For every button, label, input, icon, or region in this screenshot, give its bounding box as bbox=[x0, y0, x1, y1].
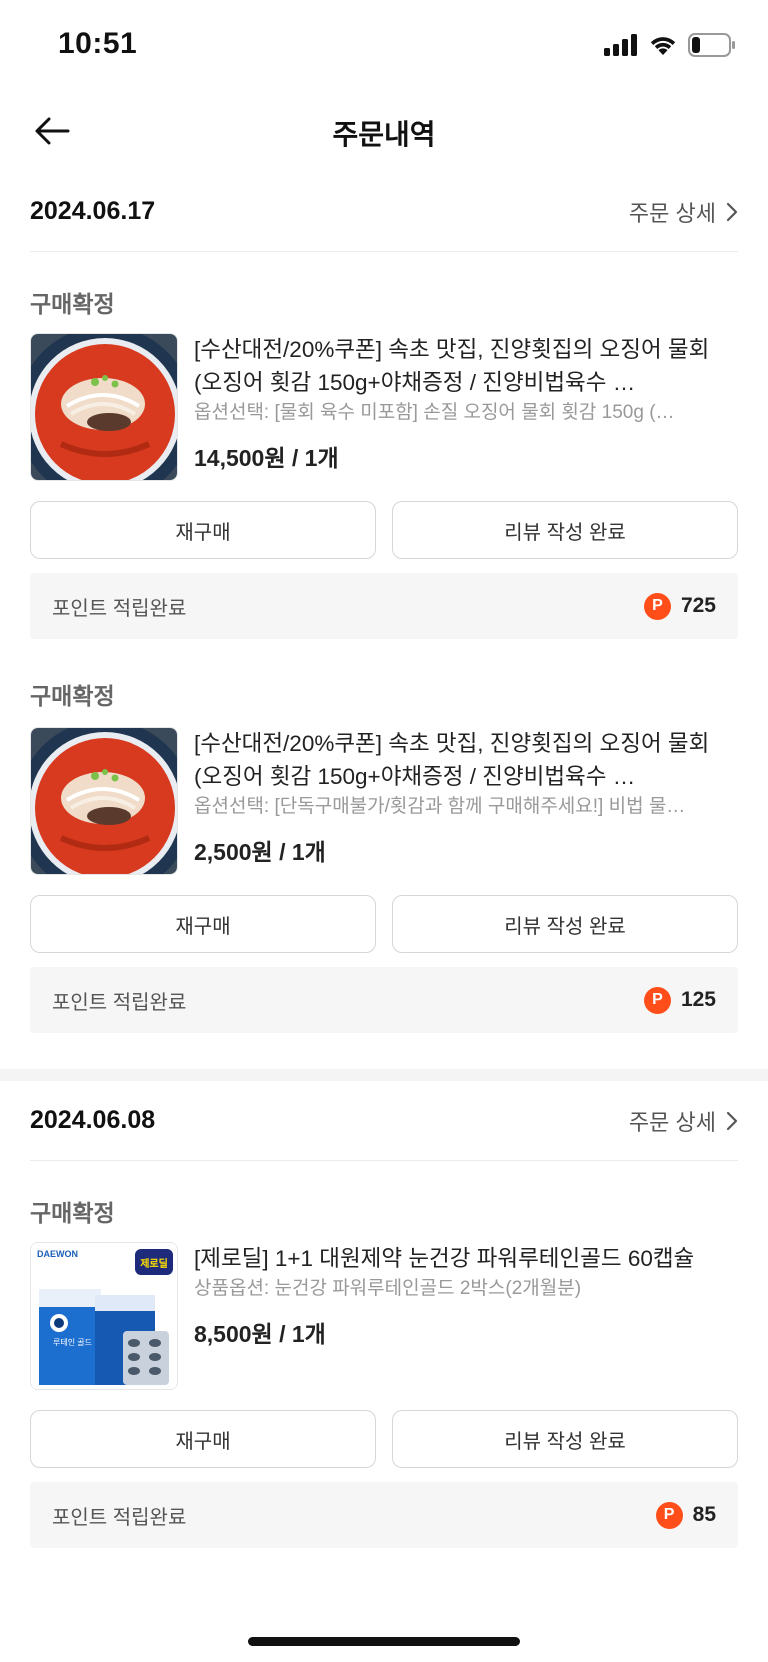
item-option: 옵션선택: [물회 육수 미포함] 손질 오징어 물회 횟감 150g (… bbox=[194, 402, 675, 423]
zerodeal-badge: 제로딜 bbox=[140, 1257, 168, 1270]
order-date-row: 2024.06.08 주문 상세 bbox=[30, 1081, 738, 1161]
item-option: 상품옵션: 눈건강 파워루테인골드 2박스(2개월분) bbox=[194, 1278, 582, 1299]
points-value: P 725 bbox=[643, 592, 716, 620]
item-name: [제로딜] 1+1 대원제약 눈건강 파워루테인골드 60캡슐 bbox=[194, 1246, 695, 1271]
order-detail-label: 주문 상세 bbox=[628, 1109, 716, 1135]
points-row: 포인트 적립완료 P 125 bbox=[30, 967, 738, 1033]
item-status: 구매확정 bbox=[30, 291, 115, 317]
page-title: 주문내역 bbox=[332, 119, 436, 150]
order-detail-link[interactable]: 주문 상세 bbox=[629, 1105, 738, 1137]
brand-logo: DAEWON bbox=[37, 1249, 78, 1259]
item-status: 구매확정 bbox=[30, 683, 115, 709]
item-option: 옵션선택: [단독구매불가/횟감과 함께 구매해주세요!] 비법 물… bbox=[194, 796, 686, 817]
order-date-row: 2024.06.17 주문 상세 bbox=[30, 172, 738, 252]
item-info: [수산대전/20%쿠폰] 속초 맛집, 진양횟집의 오징어 물회 (오징어 횟감… bbox=[194, 727, 738, 875]
point-icon: P bbox=[643, 986, 671, 1014]
points-value: P 125 bbox=[643, 986, 716, 1014]
points-amount: 85 bbox=[692, 1503, 716, 1526]
points-value: P 85 bbox=[655, 1501, 716, 1529]
order-item: 구매확정 [수산대전/20%쿠폰] 속초 맛집, 진양횟집의 오징어 물회 (오… bbox=[0, 677, 768, 1069]
points-row: 포인트 적립완료 P 85 bbox=[30, 1482, 738, 1548]
product-label: 루테인 골드 bbox=[53, 1337, 92, 1347]
status-time: 10:51 bbox=[58, 27, 138, 60]
squid-mulhoe-image[interactable] bbox=[30, 333, 178, 481]
item-actions: 재구매 리뷰 작성 완료 bbox=[30, 895, 738, 953]
points-label: 포인트 적립완료 bbox=[52, 991, 187, 1014]
item-info: [수산대전/20%쿠폰] 속초 맛집, 진양횟집의 오징어 물회 (오징어 횟감… bbox=[194, 333, 738, 481]
chevron-right-icon bbox=[726, 1111, 738, 1130]
status-icons bbox=[604, 33, 736, 57]
signal-icon bbox=[604, 34, 637, 56]
lutein-product-image[interactable]: DAEWON 제로딜 루테인 골드 bbox=[30, 1242, 178, 1390]
point-icon: P bbox=[643, 592, 671, 620]
points-amount: 725 bbox=[680, 594, 716, 617]
order-date: 2024.06.17 bbox=[30, 197, 156, 225]
item-actions: 재구매 리뷰 작성 완료 bbox=[30, 1410, 738, 1468]
item-name: [수산대전/20%쿠폰] 속초 맛집, 진양횟집의 오징어 물회 (오징어 횟감… bbox=[194, 337, 710, 395]
points-label: 포인트 적립완료 bbox=[52, 1506, 187, 1529]
order-item: 구매확정 [수산대전/20%쿠폰] 속초 맛집, 진양횟집의 오징어 물회 (오… bbox=[0, 252, 768, 677]
chevron-right-icon bbox=[726, 202, 738, 221]
header: 주문내역 bbox=[0, 95, 768, 167]
item-price: 14,500원 / 1개 bbox=[194, 445, 339, 471]
item-price: 2,500원 / 1개 bbox=[194, 839, 326, 865]
review-complete-button[interactable]: 리뷰 작성 완료 bbox=[392, 1410, 738, 1468]
points-row: 포인트 적립완료 P 725 bbox=[30, 573, 738, 639]
squid-mulhoe-image[interactable] bbox=[30, 727, 178, 875]
wifi-icon bbox=[650, 37, 676, 55]
order-list: 2024.06.17 주문 상세 구매확정 [수산대전/20%쿠폰] 속초 맛집… bbox=[0, 172, 768, 1548]
home-indicator[interactable] bbox=[248, 1637, 520, 1646]
status-bar: 10:51 bbox=[0, 0, 768, 90]
points-label: 포인트 적립완료 bbox=[52, 597, 187, 620]
review-complete-button[interactable]: 리뷰 작성 완료 bbox=[392, 895, 738, 953]
order-date: 2024.06.08 bbox=[30, 1106, 156, 1134]
item-info: [제로딜] 1+1 대원제약 눈건강 파워루테인골드 60캡슐 상품옵션: 눈건… bbox=[194, 1242, 738, 1390]
order-detail-link[interactable]: 주문 상세 bbox=[629, 196, 738, 228]
order-detail-label: 주문 상세 bbox=[628, 200, 716, 226]
item-actions: 재구매 리뷰 작성 완료 bbox=[30, 501, 738, 559]
item-body[interactable]: DAEWON 제로딜 루테인 골드 [제로딜] 1+1 대원제약 눈건강 파워루… bbox=[30, 1242, 738, 1390]
rebuy-button[interactable]: 재구매 bbox=[30, 501, 376, 559]
order-group: 2024.06.17 주문 상세 구매확정 [수산대전/20%쿠폰] 속초 맛집… bbox=[0, 172, 768, 1069]
point-icon: P bbox=[655, 1501, 683, 1529]
item-body[interactable]: [수산대전/20%쿠폰] 속초 맛집, 진양횟집의 오징어 물회 (오징어 횟감… bbox=[30, 333, 738, 481]
review-complete-button[interactable]: 리뷰 작성 완료 bbox=[392, 501, 738, 559]
item-status: 구매확정 bbox=[30, 1200, 115, 1226]
rebuy-button[interactable]: 재구매 bbox=[30, 895, 376, 953]
order-history-screen: 10:51 주문내역 2024.06.17 주문 상세 구매확정 [수산대전/2… bbox=[0, 0, 768, 1662]
item-name: [수산대전/20%쿠폰] 속초 맛집, 진양횟집의 오징어 물회 (오징어 횟감… bbox=[194, 731, 710, 789]
item-body[interactable]: [수산대전/20%쿠폰] 속초 맛집, 진양횟집의 오징어 물회 (오징어 횟감… bbox=[30, 727, 738, 875]
battery-icon bbox=[688, 33, 735, 57]
points-amount: 125 bbox=[680, 988, 716, 1011]
order-group: 2024.06.08 주문 상세 구매확정 DAEWON 제로딜 루테인 골드 … bbox=[0, 1069, 768, 1548]
order-item: 구매확정 DAEWON 제로딜 루테인 골드 [제로딜] 1+1 대원제약 눈건… bbox=[0, 1161, 768, 1548]
item-price: 8,500원 / 1개 bbox=[194, 1321, 326, 1347]
rebuy-button[interactable]: 재구매 bbox=[30, 1410, 376, 1468]
